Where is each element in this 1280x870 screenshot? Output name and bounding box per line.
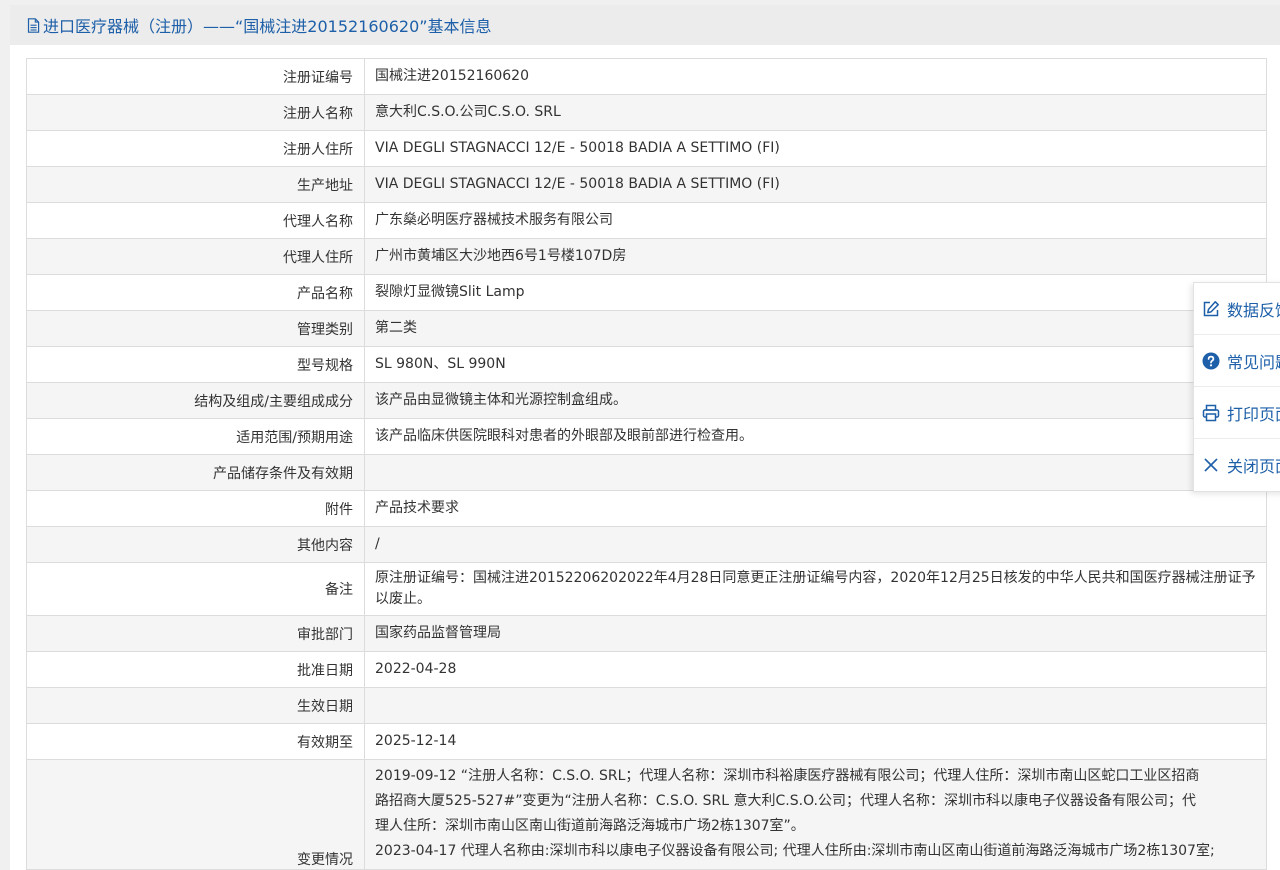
table-row: 适用范围/预期用途 该产品临床供医院眼科对患者的外眼部及眼前部进行检查用。 bbox=[26, 418, 1267, 455]
page-title: 进口医疗器械（注册）——“国械注进20152160620”基本信息 bbox=[43, 17, 492, 36]
row-value: 原注册证编号：国械注进20152206202022年4月28日同意更正注册证编号… bbox=[364, 562, 1267, 616]
table-row: 结构及组成/主要组成成分 该产品由显微镜主体和光源控制盒组成。 bbox=[26, 382, 1267, 419]
table-row: 审批部门 国家药品监督管理局 bbox=[26, 615, 1267, 652]
document-icon bbox=[27, 17, 40, 33]
feedback-label: 数据反馈 bbox=[1227, 300, 1280, 320]
row-label: 审批部门 bbox=[26, 615, 365, 652]
row-label: 产品名称 bbox=[26, 274, 365, 311]
row-value: SL 980N、SL 990N bbox=[364, 346, 1267, 383]
table-row: 其他内容 / bbox=[26, 526, 1267, 563]
row-value: 广东燊必明医疗器械技术服务有限公司 bbox=[364, 202, 1267, 239]
row-value bbox=[364, 454, 1267, 491]
table-row: 代理人住所 广州市黄埔区大沙地西6号1号楼107D房 bbox=[26, 238, 1267, 275]
row-value: 意大利C.S.O.公司C.S.O. SRL bbox=[364, 94, 1267, 131]
printer-icon bbox=[1202, 404, 1220, 421]
table-row: 附件 产品技术要求 bbox=[26, 490, 1267, 527]
row-value: 2025-12-14 bbox=[364, 723, 1267, 760]
row-value: 第二类 bbox=[364, 310, 1267, 347]
row-value: VIA DEGLI STAGNACCI 12/E - 50018 BADIA A… bbox=[364, 166, 1267, 203]
row-value: 该产品临床供医院眼科对患者的外眼部及眼前部进行检查用。 bbox=[364, 418, 1267, 455]
row-label: 型号规格 bbox=[26, 346, 365, 383]
row-value: 该产品由显微镜主体和光源控制盒组成。 bbox=[364, 382, 1267, 419]
edit-icon bbox=[1203, 300, 1219, 316]
floating-action-menu: 数据反馈 常见问题 打印页面 关闭页面 bbox=[1193, 282, 1280, 492]
faq-button[interactable]: 常见问题 bbox=[1194, 335, 1280, 387]
table-row: 生产地址 VIA DEGLI STAGNACCI 12/E - 50018 BAD… bbox=[26, 166, 1267, 203]
row-label: 生产地址 bbox=[26, 166, 365, 203]
row-label: 产品储存条件及有效期 bbox=[26, 454, 365, 491]
row-label: 管理类别 bbox=[26, 310, 365, 347]
table-row: 生效日期 bbox=[26, 687, 1267, 724]
table-row: 型号规格 SL 980N、SL 990N bbox=[26, 346, 1267, 383]
table-row: 注册人名称 意大利C.S.O.公司C.S.O. SRL bbox=[26, 94, 1267, 131]
row-value: 产品技术要求 bbox=[364, 490, 1267, 527]
table-row: 批准日期 2022-04-28 bbox=[26, 651, 1267, 688]
table-row: 产品名称 裂隙灯显微镜Slit Lamp bbox=[26, 274, 1267, 311]
table-row: 有效期至 2025-12-14 bbox=[26, 723, 1267, 760]
change-history-line: 2023-04-17 代理人名称由:深圳市科以康电子仪器设备有限公司; 代理人住… bbox=[375, 843, 1215, 859]
row-value: / bbox=[364, 526, 1267, 563]
table-row: 注册证编号 国械注进20152160620 bbox=[26, 58, 1267, 95]
row-value: 广州市黄埔区大沙地西6号1号楼107D房 bbox=[364, 238, 1267, 275]
row-label: 其他内容 bbox=[26, 526, 365, 563]
change-history-line: 2019-09-12 “注册人名称：C.S.O. SRL；代理人名称：深圳市科裕… bbox=[375, 768, 1200, 784]
change-history-line: 理人住所：深圳市南山区南山街道前海路泛海城市广场2栋1307室”。 bbox=[375, 818, 805, 834]
table-row: 代理人名称 广东燊必明医疗器械技术服务有限公司 bbox=[26, 202, 1267, 239]
feedback-button[interactable]: 数据反馈 bbox=[1194, 283, 1280, 335]
row-label: 批准日期 bbox=[26, 651, 365, 688]
row-label: 备注 bbox=[26, 562, 365, 616]
row-label: 注册人住所 bbox=[26, 130, 365, 167]
row-label: 变更情况 bbox=[26, 759, 365, 870]
row-value: 国械注进20152160620 bbox=[364, 58, 1267, 95]
row-value: 裂隙灯显微镜Slit Lamp bbox=[364, 274, 1267, 311]
row-label: 注册证编号 bbox=[26, 58, 365, 95]
table-row: 注册人住所 VIA DEGLI STAGNACCI 12/E - 50018 BA… bbox=[26, 130, 1267, 167]
close-page-button[interactable]: 关闭页面 bbox=[1194, 439, 1280, 491]
row-value bbox=[364, 687, 1267, 724]
print-label: 打印页面 bbox=[1227, 404, 1280, 424]
question-icon bbox=[1202, 352, 1220, 369]
detail-panel: 进口医疗器械（注册）——“国械注进20152160620”基本信息 注册证编号国… bbox=[10, 5, 1280, 870]
change-history-line: 路招商大厦525-527#”变更为“注册人名称：C.S.O. SRL 意大利C.… bbox=[375, 793, 1196, 809]
row-label: 适用范围/预期用途 bbox=[26, 418, 365, 455]
row-value: 2022-04-28 bbox=[364, 651, 1267, 688]
table-row: 管理类别 第二类 bbox=[26, 310, 1267, 347]
change-history: 2019-09-12 “注册人名称：C.S.O. SRL；代理人名称：深圳市科裕… bbox=[364, 759, 1267, 870]
row-label: 生效日期 bbox=[26, 687, 365, 724]
print-button[interactable]: 打印页面 bbox=[1194, 387, 1280, 439]
table-row: 备注 原注册证编号：国械注进20152206202022年4月28日同意更正注册证… bbox=[26, 562, 1267, 616]
close-page-label: 关闭页面 bbox=[1227, 457, 1280, 476]
row-label: 附件 bbox=[26, 490, 365, 527]
faq-label: 常见问题 bbox=[1227, 352, 1280, 372]
row-label: 代理人住所 bbox=[26, 238, 365, 275]
table-row: 产品储存条件及有效期 bbox=[26, 454, 1267, 491]
info-table: 注册证编号 国械注进20152160620 注册人名称 意大利C.S.O.公司C.S.… bbox=[26, 58, 1267, 870]
row-value: 国家药品监督管理局 bbox=[364, 615, 1267, 652]
table-row-changes: 变更情况 2019-09-12 “注册人名称：C.S.O. SRL；代理人名称：深… bbox=[26, 759, 1267, 870]
row-label: 结构及组成/主要组成成分 bbox=[26, 382, 365, 419]
row-value: VIA DEGLI STAGNACCI 12/E - 50018 BADIA A… bbox=[364, 130, 1267, 167]
row-label: 有效期至 bbox=[26, 723, 365, 760]
row-label: 注册人名称 bbox=[26, 94, 365, 131]
row-label: 代理人名称 bbox=[26, 202, 365, 239]
panel-header: 进口医疗器械（注册）——“国械注进20152160620”基本信息 bbox=[10, 5, 1280, 45]
close-icon bbox=[1204, 458, 1218, 472]
